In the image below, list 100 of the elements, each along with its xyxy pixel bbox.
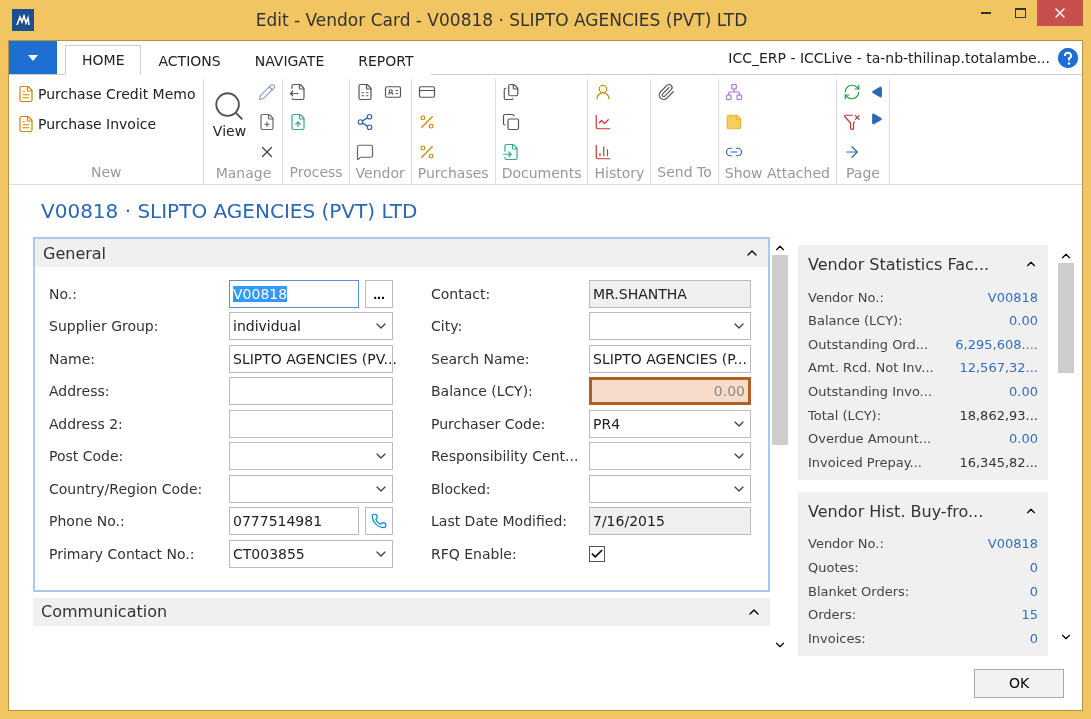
factbox-link[interactable]: 0 [1029, 583, 1038, 599]
dropdown-field[interactable] [589, 474, 751, 503]
field-label: Responsibility Cent... [431, 448, 580, 465]
help-icon[interactable] [1058, 47, 1078, 68]
copy-icon[interactable] [501, 113, 520, 132]
refresh-icon[interactable] [842, 83, 861, 102]
contact-icon[interactable] [594, 83, 613, 102]
ribbon-group-label: Vendor [355, 165, 405, 184]
factbox-title: Vendor Hist. Buy-fro... [808, 501, 984, 521]
factbox-label: Amt. Rcd. Not Inv... [808, 360, 934, 376]
factbox-label: Orders: [808, 607, 857, 623]
ribbon-group-label: New [89, 164, 123, 183]
factbox-label: Outstanding Ord... [808, 336, 929, 352]
dropdown-field[interactable]: CT003855 [229, 539, 393, 568]
window-title: Edit - Vendor Card - V00818 · SLIPTO AGENCIES (PVT) LTD [254, 10, 749, 31]
field-label: Supplier Group: [49, 318, 160, 335]
field-label: Last Date Modified: [431, 513, 568, 530]
field-label: Contact: [431, 285, 492, 302]
factbox-link[interactable]: 15 [1021, 607, 1038, 623]
maximize-icon [1014, 8, 1026, 18]
field-label: Country/Region Code: [49, 480, 204, 497]
call-button[interactable] [365, 507, 393, 536]
factbox-link[interactable]: 0.00 [1009, 383, 1038, 399]
input-field[interactable] [229, 409, 393, 438]
app-logo-icon [12, 9, 34, 32]
field-label: No.: [49, 285, 78, 302]
ribbon-tab[interactable]: HOME [65, 45, 142, 76]
lookup-button[interactable]: ... [365, 279, 393, 308]
ribbon-group-label: Manage [214, 165, 273, 184]
minimize-icon [981, 12, 991, 14]
phone-icon [371, 513, 387, 530]
factbox-link[interactable]: V00818 [987, 536, 1038, 552]
factbox-link[interactable]: 12,567,32... [959, 360, 1038, 376]
attachment-icon[interactable] [657, 83, 676, 102]
new-document-icon[interactable] [258, 113, 277, 132]
dropdown-field[interactable] [229, 442, 393, 471]
ribbon-group-label: Send To [657, 164, 712, 183]
network-icon[interactable] [355, 113, 374, 132]
ribbon-button[interactable]: Purchase Credit Memo [15, 83, 198, 106]
factbox-link[interactable]: 0.00 [1009, 431, 1038, 447]
factbox-link[interactable]: 0 [1029, 559, 1038, 575]
bar-chart-icon[interactable] [594, 143, 613, 162]
input-field[interactable] [229, 377, 393, 406]
factbox-label: Outstanding Invo... [808, 383, 933, 399]
factbox-link[interactable]: V00818 [987, 289, 1038, 305]
factbox-label: Invoiced Prepay... [808, 454, 922, 470]
factbox-label: Invoices: [808, 630, 866, 646]
previous-icon[interactable] [870, 86, 883, 99]
line-chart-icon[interactable] [594, 113, 613, 132]
caret-icon [28, 54, 38, 61]
connection-info: ICC_ERP - ICCLive - ta-nb-thilinap.totalambe... [728, 49, 1050, 66]
view-button[interactable]: View [210, 79, 249, 166]
dropdown-field[interactable]: PR4 [589, 409, 751, 438]
ribbon-group-label: Page [845, 165, 881, 184]
next-page-icon[interactable] [870, 113, 883, 126]
factbox-link[interactable]: 0 [1029, 630, 1038, 646]
documents-icon[interactable] [501, 83, 520, 102]
section-title: General [43, 243, 107, 263]
dropdown-field[interactable] [589, 442, 751, 471]
ribbon-group-label: Process [289, 164, 343, 183]
field-label: Post Code: [49, 448, 125, 465]
readonly-field: 7/16/2015 [589, 507, 751, 536]
factbox-label: Vendor No.: [808, 289, 884, 305]
factbox-label: Total (LCY): [808, 407, 882, 423]
document-table-icon[interactable] [355, 83, 374, 102]
factbox-link[interactable]: 6,295,608.... [955, 336, 1038, 352]
field-label: Blocked: [431, 480, 492, 497]
document-up-icon[interactable] [289, 113, 308, 132]
ribbon-group-label: History [594, 165, 645, 184]
input-field[interactable]: 0777514981 [229, 507, 359, 536]
comment-icon[interactable] [355, 143, 374, 162]
pencil-icon[interactable] [258, 83, 277, 102]
document-arrow-icon[interactable] [289, 83, 308, 102]
ribbon-button[interactable]: Purchase Invoice [15, 113, 198, 136]
clear-filter-icon[interactable] [842, 113, 861, 132]
field-label: City: [431, 318, 464, 335]
dropdown-field[interactable] [229, 474, 393, 503]
field-label: Balance (LCY): [431, 383, 534, 400]
checkbox[interactable] [589, 545, 605, 562]
factbox-label: Blanket Orders: [808, 583, 910, 599]
factbox-title: Vendor Statistics Fac... [808, 254, 990, 274]
page-title: V00818 · SLIPTO AGENCIES (PVT) LTD [41, 199, 419, 224]
factbox-link[interactable]: 0.00 [1009, 313, 1038, 329]
dropdown-field[interactable] [589, 312, 751, 341]
document-in-icon[interactable] [501, 143, 520, 162]
ribbon-group-label: Purchases [417, 165, 489, 184]
ok-button[interactable]: OK [974, 668, 1064, 698]
field-label: Primary Contact No.: [49, 545, 196, 562]
input-field[interactable]: SLIPTO AGENCIES (P... [589, 344, 751, 373]
app-menu-button[interactable] [9, 41, 57, 75]
factbox-label: Vendor No.: [808, 536, 884, 552]
field-label: Search Name: [431, 350, 531, 367]
document-icon [17, 85, 35, 104]
factbox-label: Quotes: [808, 559, 859, 575]
field-label: RFQ Enable: [431, 545, 518, 562]
ribbon-group-label: Show Attached [724, 165, 830, 184]
dropdown-field[interactable]: individual [229, 312, 393, 341]
section-title: Communication [41, 602, 168, 622]
field-label: Address: [49, 383, 111, 400]
field-label: Phone No.: [49, 513, 126, 530]
